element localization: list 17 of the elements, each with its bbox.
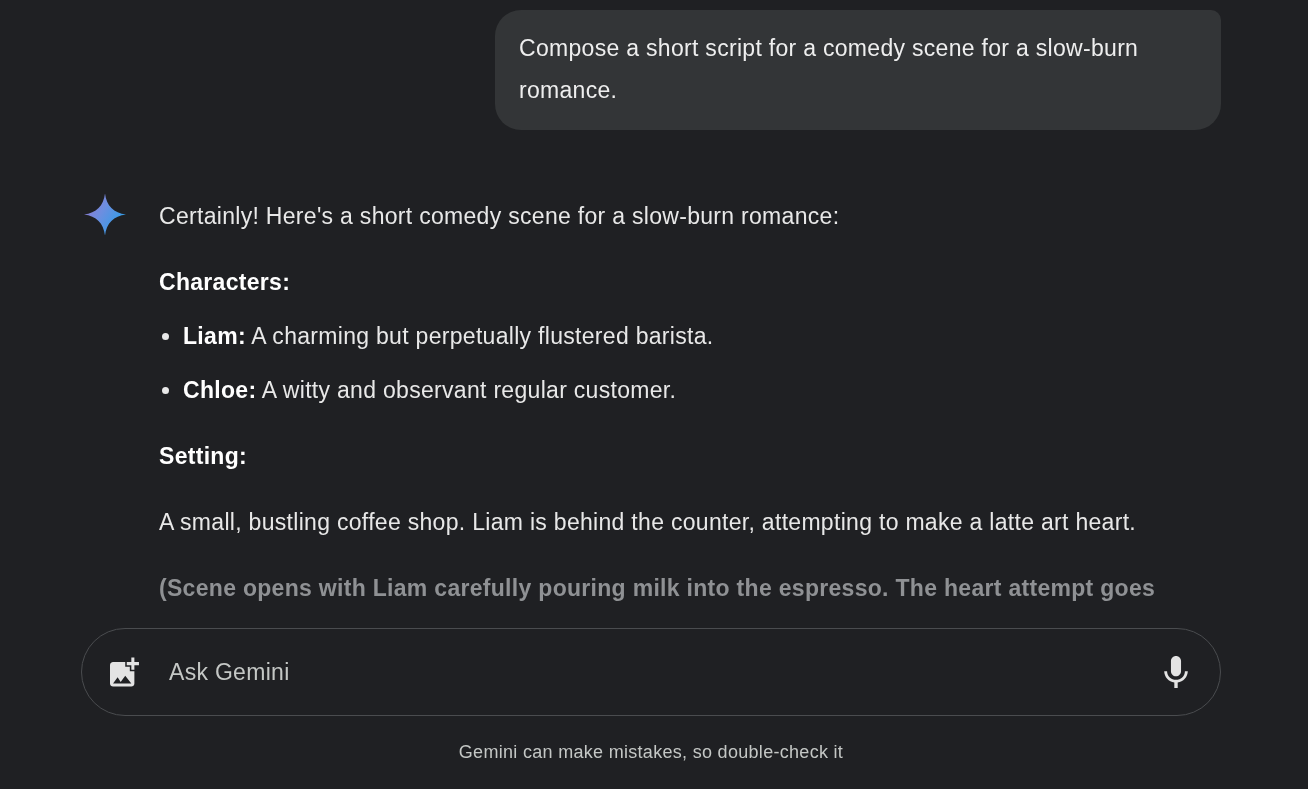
section-heading: Characters: (159, 268, 292, 297)
section-heading: Setting: (159, 442, 248, 471)
microphone-icon (1164, 656, 1188, 688)
response-paragraph: Certainly! Here's a short comedy scene for a slow-burn romance: (159, 202, 841, 231)
disclaimer-text: Gemini can make mistakes, so double-check it (458, 741, 844, 763)
microphone-button[interactable] (1163, 656, 1189, 688)
image-plus-icon (110, 657, 142, 687)
bullet-text: Liam: A charming but perpetually flustered barista. (183, 322, 714, 351)
bullet-icon (162, 386, 169, 394)
bullet-text: Chloe: A witty and observant regular customer. (183, 376, 677, 405)
stage-direction-text: (Scene opens with Liam carefully pouring milk into the espresso. The heart attempt goes (159, 574, 1157, 603)
bullet-icon (162, 332, 169, 340)
response-paragraph: A small, bustling coffee shop. Liam is behind the counter, attempting to make a latte art heart. (159, 508, 1138, 537)
sparkle-icon (84, 193, 126, 236)
prompt-input[interactable]: Ask Gemini (81, 628, 1221, 716)
add-image-button[interactable] (110, 657, 142, 687)
user-message: Compose a short script for a comedy scene for a slow-burn romance. (495, 10, 1221, 130)
